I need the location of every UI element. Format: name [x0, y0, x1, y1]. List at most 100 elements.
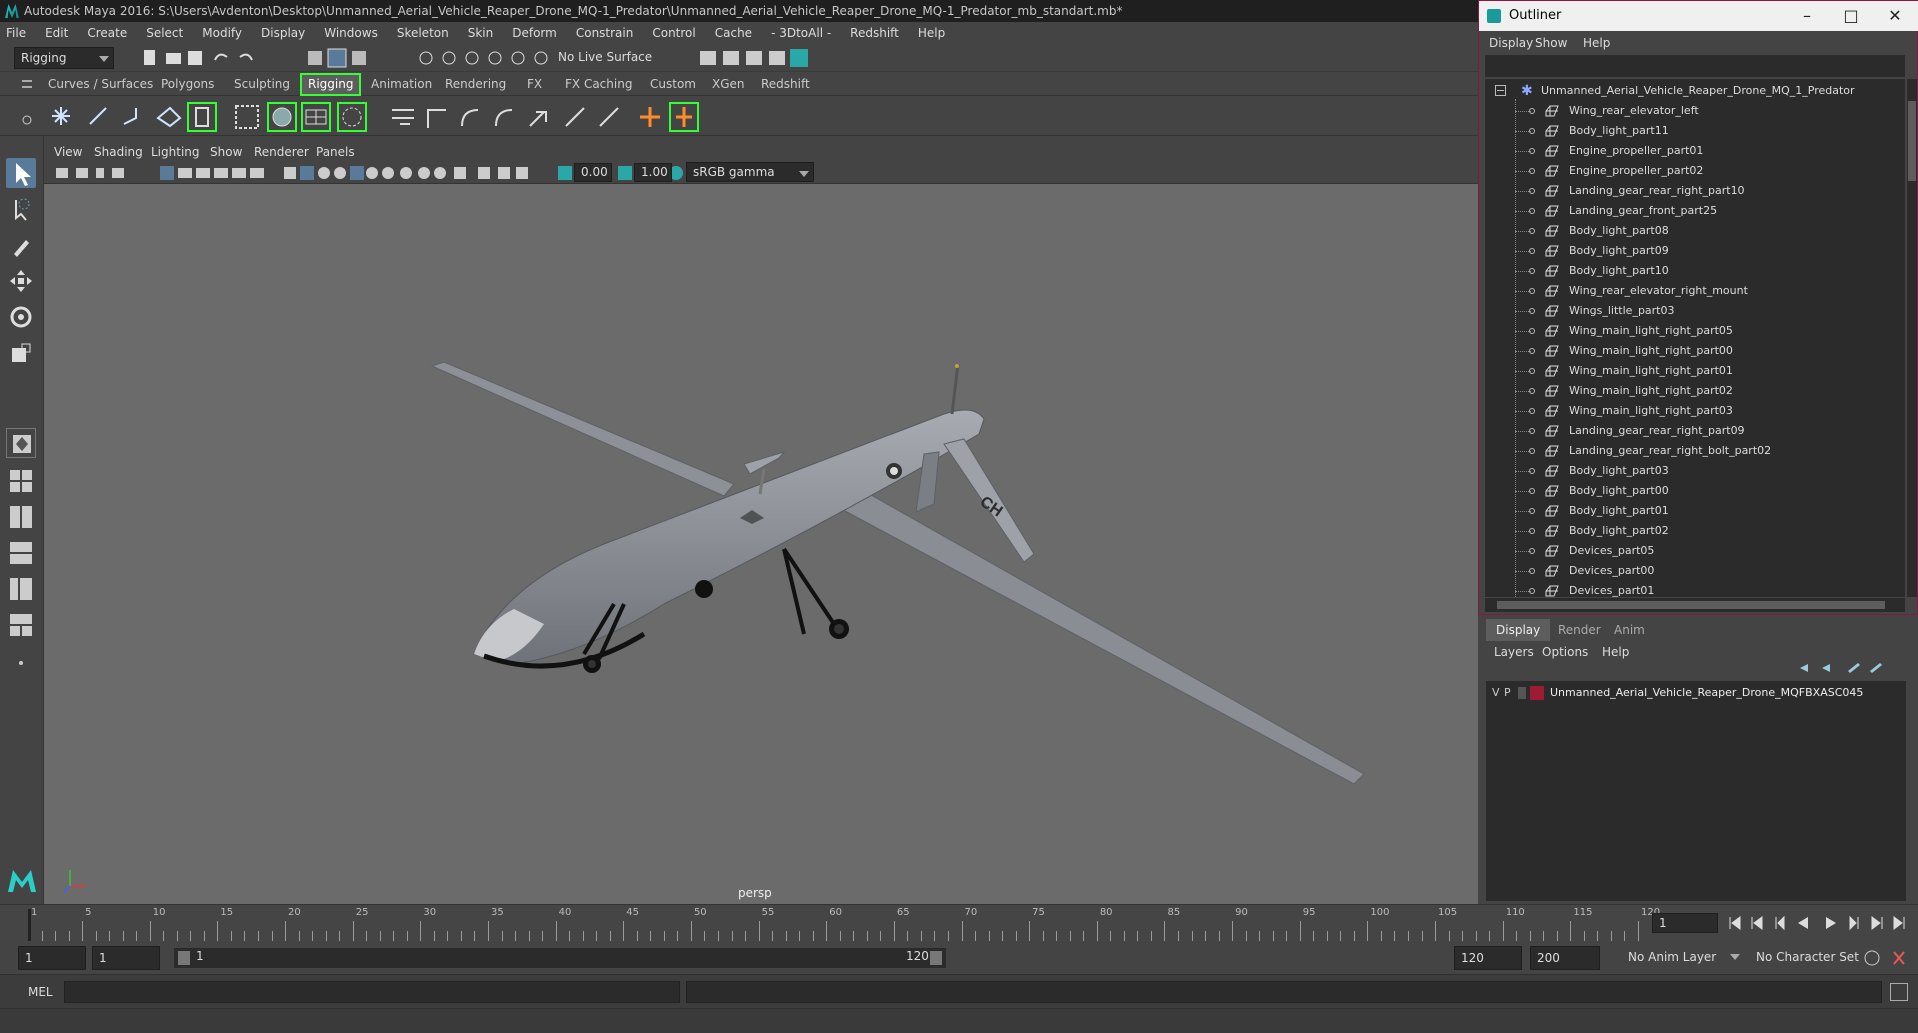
outliner-item[interactable]: Landing_gear_front_part25 [1485, 201, 1905, 221]
expand-dot-icon[interactable] [1529, 188, 1535, 194]
viewport-menu-shading[interactable]: Shading [94, 145, 143, 159]
outliner-item[interactable]: Wing_main_light_right_part01 [1485, 361, 1905, 381]
expand-dot-icon[interactable] [1529, 228, 1535, 234]
expand-dot-icon[interactable] [1529, 528, 1535, 534]
outliner-menu-show[interactable]: Show [1535, 36, 1567, 50]
maya-home-icon[interactable] [6, 864, 38, 894]
menu-windows[interactable]: Windows [324, 26, 378, 40]
expand-dot-icon[interactable] [1529, 248, 1535, 254]
shelf-tab-fx-caching[interactable]: FX Caching [559, 75, 638, 94]
expand-dot-icon[interactable] [1529, 168, 1535, 174]
shelf-tab-custom[interactable]: Custom [644, 75, 702, 94]
outliner-item[interactable]: Body_light_part01 [1485, 501, 1905, 521]
expand-dot-icon[interactable] [1529, 268, 1535, 274]
menu-display[interactable]: Display [261, 26, 305, 40]
outliner-item[interactable]: Wings_little_part03 [1485, 301, 1905, 321]
layer-tab-render[interactable]: Render [1548, 619, 1611, 641]
expand-dot-icon[interactable] [1529, 548, 1535, 554]
custom-layout-button[interactable] [6, 648, 36, 678]
menu-file[interactable]: File [6, 26, 26, 40]
live-surface-field[interactable]: No Live Surface [552, 47, 662, 69]
script-language-toggle[interactable]: MEL [28, 985, 53, 999]
drone-model[interactable]: CH [44, 184, 1478, 904]
mode-selector[interactable]: Rigging [14, 47, 114, 69]
menu-help[interactable]: Help [918, 26, 945, 40]
shelf-tab-redshift[interactable]: Redshift [755, 75, 816, 94]
expand-dot-icon[interactable] [1529, 508, 1535, 514]
outliner-item[interactable]: Wing_main_light_right_part03 [1485, 401, 1905, 421]
viewport-menu-lighting[interactable]: Lighting [151, 145, 200, 159]
layer-color-swatch[interactable] [1530, 686, 1544, 700]
range-start-handle[interactable] [178, 951, 190, 965]
current-time-marker[interactable] [28, 909, 31, 941]
layer-tab-display[interactable]: Display [1486, 619, 1551, 641]
minimize-icon[interactable]: – [1785, 1, 1829, 31]
menu-skin[interactable]: Skin [468, 26, 494, 40]
outliner-item[interactable]: Landing_gear_rear_right_part10 [1485, 181, 1905, 201]
expand-dot-icon[interactable] [1529, 108, 1535, 114]
menu-3dtoall[interactable]: - 3DtoAll - [771, 26, 831, 40]
exposure-field[interactable]: 0.00 [574, 163, 612, 182]
outliner-item[interactable]: Devices_part01 [1485, 581, 1905, 597]
outliner-horizontal-scrollbar[interactable] [1485, 598, 1905, 612]
outliner-item[interactable]: Wing_rear_elevator_left [1485, 101, 1905, 121]
render-layout-button[interactable] [6, 610, 36, 640]
menu-control[interactable]: Control [652, 26, 695, 40]
color-space-dropdown[interactable]: sRGB gamma [686, 162, 814, 182]
outliner-item[interactable]: Wing_rear_elevator_right_mount [1485, 281, 1905, 301]
viewport-menu-show[interactable]: Show [210, 145, 242, 159]
menu-edit[interactable]: Edit [45, 26, 68, 40]
outliner-tree[interactable]: ✱ Unmanned_Aerial_Vehicle_Reaper_Drone_M… [1485, 79, 1905, 597]
shelf-tab-curves-surfaces[interactable]: Curves / Surfaces [42, 75, 159, 94]
outliner-item[interactable]: Engine_propeller_part02 [1485, 161, 1905, 181]
maximize-icon[interactable]: □ [1829, 1, 1873, 31]
animation-end-field[interactable]: 200 [1530, 946, 1600, 970]
range-end-handle[interactable] [930, 951, 942, 965]
playback-end-field[interactable]: 120 [1454, 946, 1522, 970]
layer-type-toggle[interactable] [1518, 687, 1526, 699]
expand-dot-icon[interactable] [1529, 408, 1535, 414]
shelf-tab-polygons[interactable]: Polygons [155, 75, 220, 94]
menu-cache[interactable]: Cache [715, 26, 752, 40]
current-frame-field[interactable]: 1 [1652, 913, 1718, 933]
rotate-tool-button[interactable] [6, 302, 36, 332]
menu-modify[interactable]: Modify [202, 26, 242, 40]
outliner-vertical-scrollbar[interactable] [1907, 79, 1917, 597]
viewport-menu-view[interactable]: View [54, 145, 82, 159]
expand-dot-icon[interactable] [1529, 348, 1535, 354]
expand-dot-icon[interactable] [1529, 148, 1535, 154]
outliner-root-item[interactable]: ✱ Unmanned_Aerial_Vehicle_Reaper_Drone_M… [1485, 81, 1905, 101]
time-slider-ticks[interactable]: 1 5 10 15 20 25 30 35 40 45 50 55 60 65 70 75 80 85 90 95 10… [28, 905, 1660, 941]
viewport-menu-panels[interactable]: Panels [316, 145, 355, 159]
expand-dot-icon[interactable] [1529, 428, 1535, 434]
layer-list[interactable]: V P Unmanned_Aerial_Vehicle_Reaper_Drone… [1486, 681, 1906, 901]
character-set-dropdown[interactable]: No Character Set [1750, 946, 1872, 970]
outliner-layout-button[interactable] [6, 538, 36, 568]
outliner-menu-display[interactable]: Display [1489, 36, 1533, 50]
menu-redshift[interactable]: Redshift [850, 26, 899, 40]
outliner-search-input[interactable] [1485, 55, 1905, 77]
expand-dot-icon[interactable] [1529, 388, 1535, 394]
range-slider-track[interactable]: 1 120 [174, 948, 946, 968]
layer-menu-layers[interactable]: Layers [1494, 645, 1534, 659]
menu-constrain[interactable]: Constrain [576, 26, 634, 40]
outliner-item[interactable]: Body_light_part00 [1485, 481, 1905, 501]
single-perspective-layout-button[interactable] [6, 428, 36, 458]
two-view-layout-button[interactable] [6, 502, 36, 532]
outliner-item[interactable]: Wing_main_light_right_part05 [1485, 321, 1905, 341]
perspective-viewport[interactable]: CH persp [44, 184, 1478, 904]
move-tool-button[interactable] [6, 266, 36, 296]
outliner-item[interactable]: Engine_propeller_part01 [1485, 141, 1905, 161]
close-icon[interactable]: ✕ [1873, 1, 1917, 31]
menu-deform[interactable]: Deform [512, 26, 557, 40]
paint-select-tool-button[interactable] [6, 230, 36, 260]
expand-dot-icon[interactable] [1529, 468, 1535, 474]
outliner-item[interactable]: Landing_gear_rear_right_bolt_part02 [1485, 441, 1905, 461]
display-layer-row[interactable]: V P Unmanned_Aerial_Vehicle_Reaper_Drone… [1486, 683, 1906, 703]
layer-menu-options[interactable]: Options [1542, 645, 1588, 659]
outliner-item[interactable]: Body_light_part02 [1485, 521, 1905, 541]
script-editor-icon[interactable] [1890, 983, 1908, 1001]
expand-dot-icon[interactable] [1529, 208, 1535, 214]
layer-visibility-toggle[interactable]: V [1492, 683, 1500, 703]
expand-dot-icon[interactable] [1529, 448, 1535, 454]
